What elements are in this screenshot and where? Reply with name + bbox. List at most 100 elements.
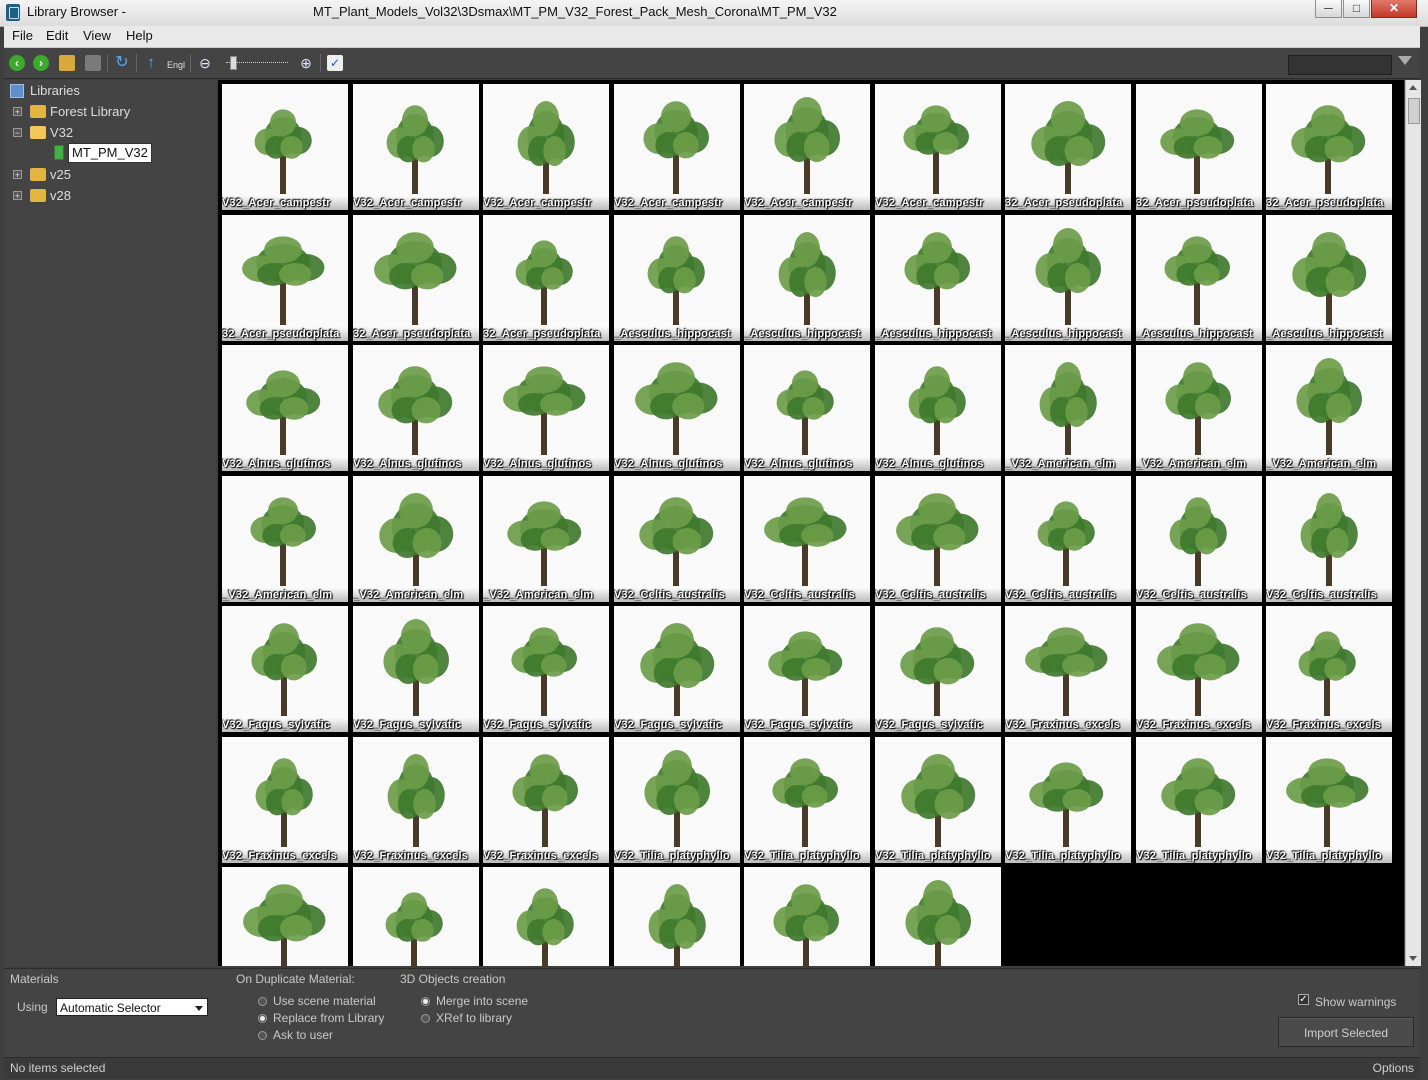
thumbnail-item[interactable]: V32_Tilia_platyphyllo bbox=[1005, 737, 1131, 863]
thumbnail-item[interactable]: V32_Acer_campestr bbox=[744, 84, 870, 210]
thumbnail-item[interactable]: V32_Alnus_glutinos bbox=[875, 345, 1001, 471]
radio-ask-user-label[interactable]: Ask to user bbox=[273, 1028, 333, 1042]
radio-use-scene-label[interactable]: Use scene material bbox=[273, 994, 376, 1008]
show-warnings-label[interactable]: Show warnings bbox=[1315, 995, 1396, 1009]
grid-scrollbar[interactable] bbox=[1405, 80, 1421, 966]
thumbnail-item[interactable]: V32_Alnus_glutinos bbox=[222, 345, 348, 471]
collapse-icon[interactable]: − bbox=[13, 128, 22, 138]
thumbnail-item[interactable]: V32_Alnus_glutinos bbox=[744, 345, 870, 471]
expand-icon[interactable]: + bbox=[13, 107, 22, 117]
thumbnail-item[interactable]: 32_Acer_pseudoplata bbox=[353, 215, 479, 341]
thumbnail-item[interactable]: V32_Tilia_platyphyllo bbox=[1136, 737, 1262, 863]
tree-item-v28[interactable]: + v28 bbox=[4, 186, 214, 206]
save-icon[interactable] bbox=[85, 55, 101, 71]
tree-item-mt-pm-v32[interactable]: MT_PM_V32 bbox=[4, 143, 214, 163]
thumbnail-item[interactable]: V32_Fraxinus_excels bbox=[483, 737, 609, 863]
thumbnail-item[interactable]: V32_Fagus_sylvatic bbox=[744, 606, 870, 732]
minimize-button[interactable]: ─ bbox=[1315, 0, 1342, 18]
thumbnail-item[interactable] bbox=[614, 867, 740, 966]
thumbnail-item[interactable]: _V32_American_elm bbox=[1005, 345, 1131, 471]
scroll-thumb[interactable] bbox=[1408, 98, 1420, 124]
thumbnail-item[interactable] bbox=[353, 867, 479, 966]
thumbnail-item[interactable] bbox=[222, 867, 348, 966]
thumbnail-item[interactable]: V32_Fraxinus_excels bbox=[353, 737, 479, 863]
radio-xref-library[interactable] bbox=[421, 1014, 430, 1023]
maximize-button[interactable]: □ bbox=[1343, 0, 1370, 18]
thumbnail-item[interactable]: V32_Tilia_platyphyllo bbox=[1266, 737, 1392, 863]
thumbnail-item[interactable]: V32_Tilia_platyphyllo bbox=[614, 737, 740, 863]
thumbnail-item[interactable]: _Aesculus_hippocast bbox=[875, 215, 1001, 341]
radio-xref-library-label[interactable]: XRef to library bbox=[436, 1011, 512, 1025]
thumbnail-item[interactable]: V32_Alnus_glutinos bbox=[483, 345, 609, 471]
thumbnail-item[interactable]: V32_Acer_campestr bbox=[222, 84, 348, 210]
scroll-down-icon[interactable] bbox=[1409, 956, 1417, 961]
thumbnail-item[interactable] bbox=[483, 867, 609, 966]
sort-icon[interactable]: ↑ bbox=[143, 55, 159, 71]
open-folder-icon[interactable] bbox=[59, 55, 75, 71]
import-selected-button[interactable]: Import Selected bbox=[1278, 1017, 1414, 1047]
thumbnail-item[interactable]: V32_Celtis_australis bbox=[744, 476, 870, 602]
thumbnail-item[interactable]: _V32_American_elm bbox=[1266, 345, 1392, 471]
thumbnail-item[interactable] bbox=[875, 867, 1001, 966]
language-button[interactable]: Engl bbox=[167, 55, 185, 71]
thumbnail-item[interactable]: _V32_American_elm bbox=[222, 476, 348, 602]
thumbnail-item[interactable]: V32_Alnus_glutinos bbox=[614, 345, 740, 471]
tree-item-forest-library[interactable]: + Forest Library bbox=[4, 102, 214, 122]
thumbnail-item[interactable]: _V32_American_elm bbox=[483, 476, 609, 602]
thumbnail-item[interactable]: V32_Fraxinus_excels bbox=[1136, 606, 1262, 732]
expand-icon[interactable]: + bbox=[13, 191, 22, 201]
menu-help[interactable]: Help bbox=[126, 28, 153, 43]
select-all-icon[interactable]: ✓ bbox=[327, 55, 343, 71]
thumbnail-item[interactable]: _Aesculus_hippocast bbox=[1266, 215, 1392, 341]
thumbnail-item[interactable]: V32_Fagus_sylvatic bbox=[353, 606, 479, 732]
thumbnail-item[interactable]: V32_Fraxinus_excels bbox=[1266, 606, 1392, 732]
thumbnail-item[interactable]: V32_Celtis_australis bbox=[1005, 476, 1131, 602]
thumbnail-item[interactable]: V32_Celtis_australis bbox=[1136, 476, 1262, 602]
thumbnail-item[interactable]: V32_Alnus_glutinos bbox=[353, 345, 479, 471]
menu-file[interactable]: File bbox=[12, 28, 33, 43]
thumbnail-item[interactable]: 32_Acer_pseudoplata bbox=[1136, 84, 1262, 210]
thumbnail-item[interactable]: V32_Tilia_platyphyllo bbox=[744, 737, 870, 863]
thumbnail-item[interactable]: V32_Fagus_sylvatic bbox=[222, 606, 348, 732]
thumbnail-item[interactable]: _Aesculus_hippocast bbox=[1136, 215, 1262, 341]
thumbnail-item[interactable]: V32_Celtis_australis bbox=[614, 476, 740, 602]
thumbnail-item[interactable]: _V32_American_elm bbox=[1136, 345, 1262, 471]
close-button[interactable]: ✕ bbox=[1371, 0, 1417, 18]
thumbnail-item[interactable]: 32_Acer_pseudoplata bbox=[222, 215, 348, 341]
menu-view[interactable]: View bbox=[83, 28, 111, 43]
thumbnail-item[interactable]: V32_Fraxinus_excels bbox=[222, 737, 348, 863]
thumbnail-item[interactable]: _V32_American_elm bbox=[353, 476, 479, 602]
expand-icon[interactable]: + bbox=[13, 170, 22, 180]
radio-merge-scene[interactable] bbox=[421, 997, 430, 1006]
thumbnail-item[interactable]: V32_Fagus_sylvatic bbox=[614, 606, 740, 732]
thumbnail-item[interactable]: _Aesculus_hippocast bbox=[614, 215, 740, 341]
tree-item-v25[interactable]: + v25 bbox=[4, 165, 214, 185]
thumbnail-item[interactable] bbox=[744, 867, 870, 966]
tree-root[interactable]: Libraries bbox=[4, 81, 214, 101]
thumbnail-item[interactable]: V32_Fagus_sylvatic bbox=[875, 606, 1001, 732]
thumbnail-item[interactable]: 32_Acer_pseudoplata bbox=[1005, 84, 1131, 210]
radio-merge-scene-label[interactable]: Merge into scene bbox=[436, 994, 528, 1008]
thumbnail-item[interactable]: V32_Tilia_platyphyllo bbox=[875, 737, 1001, 863]
thumbnail-item[interactable]: 32_Acer_pseudoplata bbox=[483, 215, 609, 341]
zoom-slider-thumb[interactable] bbox=[230, 56, 237, 70]
back-arrow-icon[interactable]: ‹ bbox=[9, 55, 25, 71]
thumbnail-item[interactable]: V32_Celtis_australis bbox=[875, 476, 1001, 602]
thumbnail-item[interactable]: V32_Fagus_sylvatic bbox=[483, 606, 609, 732]
thumbnail-item[interactable]: _Aesculus_hippocast bbox=[1005, 215, 1131, 341]
show-warnings-checkbox[interactable]: ✓ bbox=[1298, 994, 1309, 1005]
thumbnail-item[interactable]: V32_Acer_campestr bbox=[483, 84, 609, 210]
radio-replace-library-label[interactable]: Replace from Library bbox=[273, 1011, 384, 1025]
thumbnail-item[interactable]: V32_Acer_campestr bbox=[353, 84, 479, 210]
scroll-up-icon[interactable] bbox=[1409, 85, 1417, 90]
tree-item-v32[interactable]: − V32 bbox=[4, 123, 214, 143]
zoom-out-icon[interactable]: ⊖ bbox=[197, 55, 213, 71]
forward-arrow-icon[interactable]: › bbox=[33, 55, 49, 71]
material-selector[interactable]: Automatic Selector bbox=[56, 998, 208, 1016]
radio-use-scene[interactable] bbox=[258, 997, 267, 1006]
zoom-in-icon[interactable]: ⊕ bbox=[298, 55, 314, 71]
menu-edit[interactable]: Edit bbox=[46, 28, 68, 43]
thumbnail-item[interactable]: V32_Acer_campestr bbox=[614, 84, 740, 210]
radio-replace-library[interactable] bbox=[258, 1014, 267, 1023]
thumbnail-item[interactable]: _Aesculus_hippocast bbox=[744, 215, 870, 341]
